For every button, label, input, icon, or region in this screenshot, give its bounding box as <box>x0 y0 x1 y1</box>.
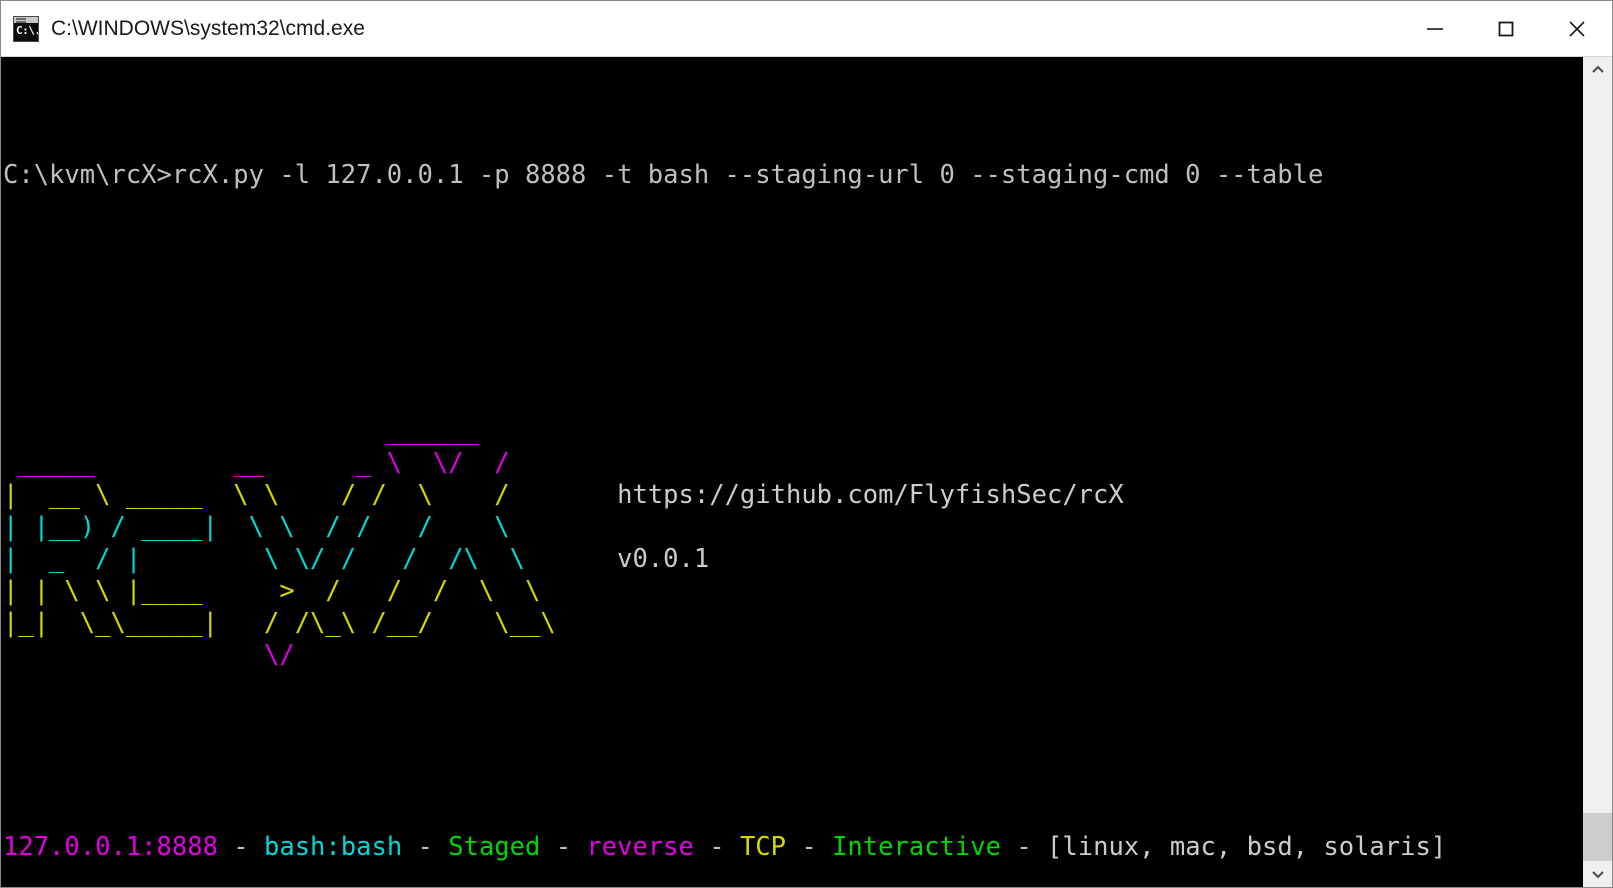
status-sep-6: - <box>1000 832 1048 862</box>
cmd-icon-titlestrip <box>14 16 38 23</box>
scrollbar-track[interactable] <box>1583 83 1612 861</box>
status-protocol: TCP <box>739 832 787 862</box>
status-sep-3: - <box>540 832 587 862</box>
spacer-line-banner <box>3 671 1582 703</box>
spacer-line-1 <box>3 255 1582 287</box>
status-direction: reverse <box>586 832 694 862</box>
cmd-icon-label: C:\. <box>16 23 39 37</box>
status-endpoint: 127.0.0.1:8888 <box>3 832 218 862</box>
ascii-logo-line: | |__) / ____| \ \ / / / \ <box>3 512 572 542</box>
cmd-window: C:\. C:\WINDOWS\system32\cmd.exe C:\kvm\… <box>0 0 1613 888</box>
window-titlebar[interactable]: C:\. C:\WINDOWS\system32\cmd.exe <box>1 1 1612 57</box>
close-icon <box>1568 20 1585 37</box>
window-title: C:\WINDOWS\system32\cmd.exe <box>51 16 365 40</box>
status-sep-5: - <box>786 832 833 862</box>
status-sep-4: - <box>693 832 740 862</box>
ascii-logo-line: \/ <box>3 640 572 670</box>
close-button[interactable] <box>1541 1 1612 56</box>
chevron-up-icon <box>1591 65 1604 73</box>
banner-version: v0.0.1 <box>571 544 710 574</box>
status-platforms: [linux, mac, bsd, solaris] <box>1047 832 1447 862</box>
status-mode: Interactive <box>832 832 1001 862</box>
titlebar-left: C:\. C:\WINDOWS\system32\cmd.exe <box>1 15 1399 42</box>
status-sep-1: - <box>217 832 264 862</box>
ascii-logo-line: ______ <box>3 416 572 446</box>
maximize-icon <box>1498 21 1513 36</box>
command-line: C:\kvm\rcX>rcX.py -l 127.0.0.1 -p 8888 -… <box>3 160 1324 190</box>
rcx-ascii-logo: ______ _____ __ _ \ \/ / | __ \ _____ \ … <box>3 415 1582 703</box>
status-shell: bash:bash <box>264 832 403 862</box>
scrollbar-thumb[interactable] <box>1583 813 1612 861</box>
session-status-line: 127.0.0.1:8888 - bash:bash - Staged - re… <box>3 831 1582 863</box>
ascii-logo-line: |_| \_\_____| / /\_\ /__/ \__\ <box>3 608 572 638</box>
status-sep-2: - <box>402 832 449 862</box>
ascii-logo-line: | __ \ _____ \ \ / / \ / https://github.… <box>3 480 1124 510</box>
ascii-logo-line: | | \ \ |____ > / / / \ \ <box>3 576 572 606</box>
maximize-button[interactable] <box>1470 1 1541 56</box>
ascii-logo-line: | _ / | \ \/ / / /\ \ v0.0.1 <box>3 544 710 574</box>
scroll-down-button[interactable] <box>1583 861 1612 887</box>
banner-url: https://github.com/FlyfishSec/rcX <box>571 480 1124 510</box>
vertical-scrollbar[interactable] <box>1582 57 1612 887</box>
minimize-button[interactable] <box>1399 1 1470 56</box>
status-staging: Staged <box>448 832 541 862</box>
ascii-logo-line: _____ __ _ \ \/ / <box>3 448 572 478</box>
window-controls <box>1399 1 1612 56</box>
console-output[interactable]: C:\kvm\rcX>rcX.py -l 127.0.0.1 -p 8888 -… <box>1 57 1582 887</box>
chevron-down-icon <box>1591 871 1604 879</box>
terminal-area: C:\kvm\rcX>rcX.py -l 127.0.0.1 -p 8888 -… <box>1 57 1612 887</box>
scroll-up-button[interactable] <box>1583 57 1612 83</box>
cmd-icon: C:\. <box>13 15 39 42</box>
minimize-icon <box>1426 27 1443 30</box>
